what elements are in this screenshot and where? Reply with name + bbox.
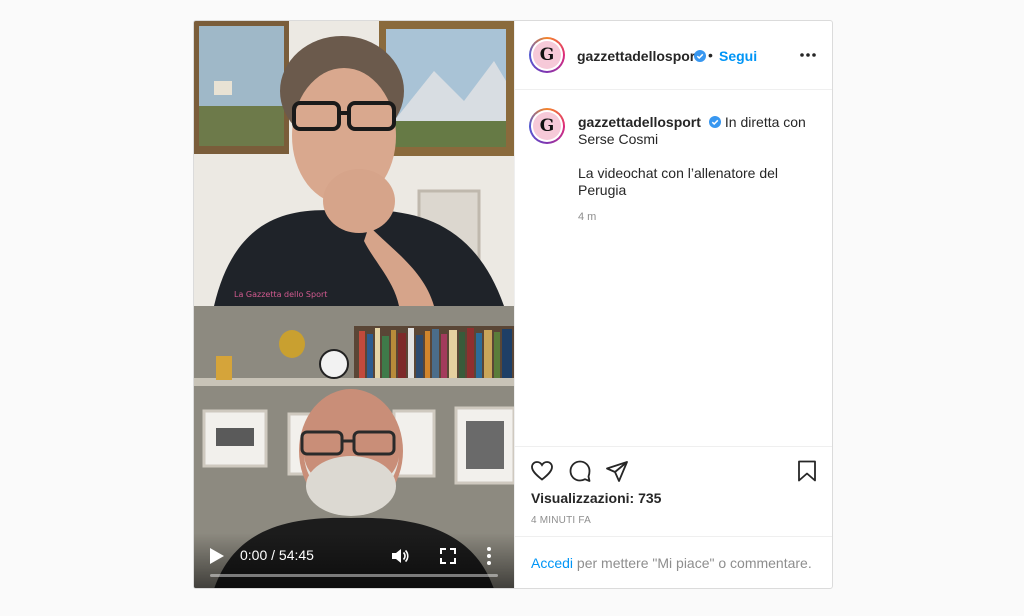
login-prompt: Accedi per mettere "Mi piace" o commenta… <box>515 536 832 588</box>
comment-icon[interactable] <box>568 459 592 483</box>
login-prompt-text: per mettere "Mi piace" o commentare. <box>573 555 812 571</box>
post-side-panel: G gazzettadellosport • Segui G gazzettad… <box>514 21 832 588</box>
post-header: G gazzettadellosport • Segui <box>515 21 832 90</box>
header-separator: • <box>708 47 713 63</box>
caption-avatar[interactable]: G <box>529 108 565 144</box>
video-frame-top: La Gazzetta dello Sport <box>194 21 514 306</box>
svg-text:La Gazzetta dello Sport: La Gazzetta dello Sport <box>234 290 327 299</box>
caption-text: gazzettadellosport In diretta con Serse … <box>578 114 816 199</box>
more-options-icon[interactable] <box>798 45 818 65</box>
play-icon[interactable] <box>208 546 226 566</box>
fullscreen-icon[interactable] <box>438 546 458 566</box>
caption-description: La videochat con l’allenatore del Perugi… <box>578 165 779 198</box>
login-link[interactable]: Accedi <box>531 555 573 571</box>
follow-button[interactable]: Segui <box>719 48 757 64</box>
caption-avatar-letter: G <box>533 112 561 140</box>
post-card: La Gazzetta dello Sport 0:00 / 54:45 G g… <box>193 20 833 589</box>
verified-badge-icon <box>694 50 706 62</box>
bookmark-icon[interactable] <box>795 459 819 483</box>
share-icon[interactable] <box>605 459 629 483</box>
view-count: Visualizzazioni: 735 <box>531 490 662 506</box>
volume-icon[interactable] <box>390 546 410 566</box>
video-controls: 0:00 / 54:45 <box>194 533 514 588</box>
caption-username[interactable]: gazzettadellosport <box>578 114 701 130</box>
avatar[interactable]: G <box>529 37 565 73</box>
post-caption: G gazzettadellosport In diretta con Sers… <box>515 90 832 446</box>
caption-timestamp: 4 m <box>578 211 597 223</box>
avatar-letter: G <box>533 41 561 69</box>
caption-verified-badge-icon <box>708 116 721 128</box>
video-progress-track[interactable] <box>210 574 498 577</box>
heart-icon[interactable] <box>530 459 554 483</box>
post-video[interactable]: La Gazzetta dello Sport 0:00 / 54:45 <box>194 21 514 588</box>
post-time-ago: 4 minuti fa <box>531 515 591 526</box>
video-feed-top: La Gazzetta dello Sport <box>194 21 514 306</box>
more-vertical-icon[interactable] <box>482 545 496 567</box>
header-username[interactable]: gazzettadellosport <box>577 48 700 64</box>
post-actions: Visualizzazioni: 735 4 minuti fa Accedi … <box>515 446 832 588</box>
video-time: 0:00 / 54:45 <box>240 547 314 563</box>
